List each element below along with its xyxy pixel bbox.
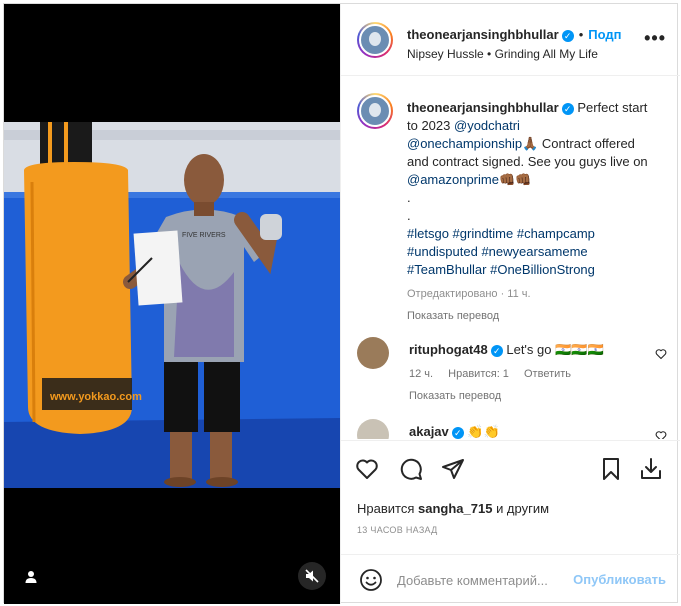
heart-icon (356, 459, 378, 479)
edited-meta: Отредактировано · 11 ч. (407, 288, 531, 300)
comment-button[interactable] (397, 455, 425, 483)
comment-time: 12 ч. (409, 368, 434, 380)
comment-body: akajav ✓ 👏👏 (409, 423, 639, 439)
commenter-avatar[interactable] (357, 337, 389, 369)
comments-list[interactable]: theonearjansinghbhullar ✓ Perfect start t… (341, 77, 680, 439)
caption-body: theonearjansinghbhullar ✓ Perfect start t… (407, 99, 657, 325)
fist-emoji: 👊🏾👊🏾 (498, 172, 532, 187)
smiley-icon (360, 569, 382, 591)
comment-meta: 12 ч. Нравится: 1 Ответить (409, 365, 639, 383)
caption-dot: . (407, 208, 411, 223)
more-options-icon[interactable]: ••• (644, 29, 666, 47)
post-side-panel: theonearjansinghbhullar ✓ • Подп Nipsey Hus… (340, 4, 680, 604)
separator-dot: • (578, 27, 584, 42)
post-time-ago: 13 ЧАСОВ НАЗАД (357, 525, 438, 535)
caption-dot: . (407, 190, 411, 205)
likes-user[interactable]: sangha_715 (418, 501, 492, 516)
commenter-username[interactable]: akajav (409, 424, 449, 439)
verified-badge-icon: ✓ (490, 344, 503, 357)
post-actions: Нравится sangha_715 и другим 13 ЧАСОВ НА… (341, 440, 680, 554)
comment-body: rituphogat48 ✓ Let's go 🇮🇳🇮🇳🇮🇳 12 ч. Нрав… (409, 341, 639, 405)
show-translation-link[interactable]: Показать перевод (407, 307, 657, 325)
like-comment-heart-icon[interactable] (655, 347, 667, 365)
bag-logo-text: www.yokkao.com (49, 391, 142, 403)
like-comment-heart-icon[interactable] (655, 429, 667, 439)
publish-button[interactable]: Опубликовать (573, 572, 666, 587)
follow-button[interactable]: Подп (588, 27, 621, 42)
mention-link[interactable]: @onechampionship (407, 136, 522, 151)
tagged-users-button[interactable] (18, 564, 44, 590)
muted-speaker-icon (305, 569, 319, 583)
comment-icon (400, 458, 422, 480)
caption-author-username[interactable]: theonearjansinghbhullar (407, 100, 559, 115)
download-button[interactable] (637, 455, 665, 483)
comment-input[interactable] (397, 569, 561, 591)
comment-text: Let's go (506, 342, 552, 357)
caption-author-avatar[interactable] (357, 93, 393, 129)
comment-likes[interactable]: Нравится: 1 (448, 368, 509, 380)
post-dialog: www.yokkao.com FIVE RIVERS theonearjansi… (3, 3, 680, 604)
pray-emoji: 🙏🏾 (522, 136, 539, 151)
person-icon (25, 571, 37, 583)
hashtag-link[interactable]: #letsgo #grindtime #champcamp (407, 226, 595, 241)
verified-badge-icon: ✓ (561, 102, 574, 115)
post-header: theonearjansinghbhullar ✓ • Подп Nipsey Hus… (341, 4, 680, 76)
likes-prefix: Нравится (357, 501, 415, 516)
author-username[interactable]: theonearjansinghbhullar (407, 27, 559, 42)
like-button[interactable] (353, 455, 381, 483)
share-button[interactable] (439, 455, 467, 483)
bookmark-icon (603, 458, 619, 480)
reply-button[interactable]: Ответить (524, 368, 571, 380)
emoji-picker-button[interactable] (359, 568, 383, 592)
show-translation-link[interactable]: Показать перевод (409, 387, 639, 405)
share-icon (442, 459, 464, 479)
verified-badge-icon: ✓ (561, 29, 574, 42)
likes-suffix[interactable]: и другим (496, 501, 549, 516)
comment-emoji: 🇮🇳🇮🇳🇮🇳 (555, 342, 604, 357)
post-media[interactable]: www.yokkao.com FIVE RIVERS (4, 4, 340, 604)
save-button[interactable] (597, 455, 625, 483)
header-author-line: theonearjansinghbhullar ✓ • Подп (407, 27, 621, 42)
mute-button[interactable] (298, 562, 326, 590)
audio-track[interactable]: Nipsey Hussle • Grinding All My Life (407, 47, 598, 61)
commenter-avatar[interactable] (357, 419, 389, 439)
comment-emoji: 👏👏 (467, 424, 500, 439)
likes-summary[interactable]: Нравится sangha_715 и другим (357, 501, 549, 516)
download-icon (641, 458, 661, 479)
verified-badge-icon: ✓ (451, 426, 464, 439)
shirt-text: FIVE RIVERS (182, 232, 226, 239)
post-photo[interactable]: www.yokkao.com FIVE RIVERS (4, 122, 340, 488)
mention-link[interactable]: @amazonprime (407, 172, 499, 187)
commenter-username[interactable]: rituphogat48 (409, 342, 488, 357)
add-comment-bar: Опубликовать (341, 554, 680, 604)
hashtag-link[interactable]: #undisputed #newyearsameme (407, 244, 588, 259)
mention-link[interactable]: @yodchatri (454, 118, 520, 133)
author-avatar[interactable] (357, 22, 393, 58)
hashtag-link[interactable]: #TeamBhullar #OneBillionStrong (407, 262, 595, 277)
post-photo-illustration: www.yokkao.com FIVE RIVERS (4, 122, 340, 488)
